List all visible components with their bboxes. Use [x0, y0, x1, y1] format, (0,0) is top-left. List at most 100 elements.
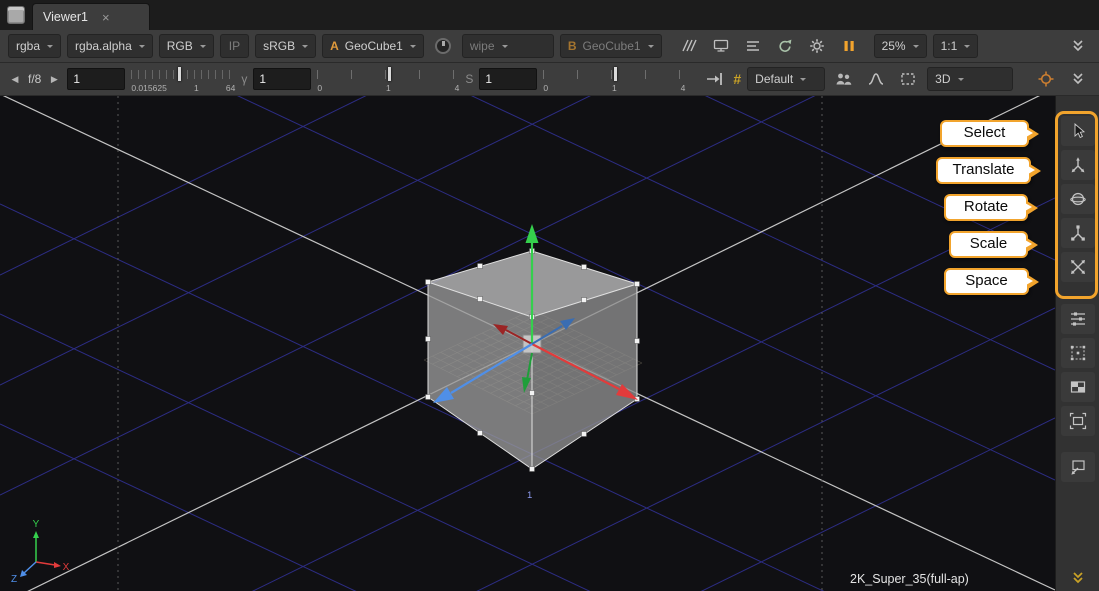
display-mode-value: RGB [167, 39, 193, 53]
nuke-viewer-window: Viewer1 × rgba rgba.alpha RGB IP sRGB A … [0, 0, 1099, 591]
collapse-top-toolbar-button[interactable] [1065, 34, 1091, 58]
roi-button[interactable] [895, 67, 921, 91]
translate-tool-button[interactable] [1061, 150, 1095, 180]
caret-down-icon [410, 45, 416, 51]
proxy-dropdown[interactable]: 1:1 [933, 34, 979, 58]
translate-axes-icon [1068, 155, 1088, 175]
slider-handle[interactable] [388, 67, 391, 81]
callout-select: Select [940, 120, 1029, 147]
zoom-level-dropdown[interactable]: 25% [874, 34, 927, 58]
collapse-side-toolbar-button[interactable] [1056, 569, 1099, 587]
display-mode-dropdown[interactable]: RGB [159, 34, 214, 58]
scale-axes-icon [1068, 223, 1088, 243]
input-a-dropdown[interactable]: A GeoCube1 [322, 34, 424, 58]
refresh-circular-arrow-icon [776, 37, 794, 55]
gain-input[interactable] [67, 68, 125, 90]
colorspace-dropdown[interactable]: sRGB [255, 34, 316, 58]
stereo-views-button[interactable] [831, 67, 857, 91]
slider-handle[interactable] [178, 67, 181, 81]
scale-tool-button[interactable] [1061, 218, 1095, 248]
lut-dropdown[interactable]: Default [747, 67, 825, 91]
ab-blend-knob[interactable] [430, 34, 456, 58]
lattice-grid-button[interactable] [1061, 338, 1095, 368]
monitor-output-button[interactable] [708, 34, 734, 58]
tab-close-icon[interactable]: × [102, 10, 110, 25]
split-compare-button[interactable] [1061, 372, 1095, 402]
fstop-increase-button[interactable]: ▶ [47, 74, 61, 85]
input-process-button[interactable]: IP [220, 34, 249, 58]
format-label: 2K_Super_35(full-ap) [850, 572, 969, 586]
display-controls-button[interactable] [1061, 304, 1095, 334]
settings-button[interactable] [804, 34, 830, 58]
frame-region-button[interactable] [1061, 406, 1095, 436]
tick-label: 64 [226, 84, 235, 93]
collapse-exposure-toolbar-button[interactable] [1065, 67, 1091, 91]
callout-rotate: Rotate [944, 194, 1028, 221]
pane-menu-icon[interactable] [7, 6, 25, 24]
input-b-badge: B [568, 39, 577, 53]
gamma-label: γ [241, 72, 247, 86]
select-tool-button[interactable] [1061, 116, 1095, 146]
saturation-slider[interactable]: 0 1 4 [543, 66, 685, 92]
fstop-label: f/8 [28, 72, 41, 86]
alpha-channel-dropdown[interactable]: rgba.alpha [67, 34, 153, 58]
downstream-effects-button[interactable] [701, 67, 727, 91]
chevron-double-down-icon [1069, 37, 1087, 55]
tab-viewer1[interactable]: Viewer1 × [32, 3, 150, 30]
tab-bar: Viewer1 × [0, 0, 1099, 30]
tick-label: 4 [455, 84, 460, 93]
checker-wipe-button[interactable] [676, 34, 702, 58]
slider-handle[interactable] [614, 67, 617, 81]
saturation-input[interactable] [479, 68, 537, 90]
proxy-value: 1:1 [941, 39, 958, 53]
input-b-dropdown[interactable]: B GeoCube1 [560, 34, 662, 58]
fstop-decrease-button[interactable]: ◀ [8, 74, 22, 85]
gamma-input[interactable] [253, 68, 311, 90]
slider-tick-labels: 0 1 4 [317, 84, 459, 93]
saturation-label: S [465, 72, 473, 86]
box-with-arrow-icon [1068, 457, 1088, 477]
lines-icon [744, 37, 762, 55]
wipe-dropdown[interactable]: wipe [462, 34, 554, 58]
input-a-value: GeoCube1 [345, 39, 403, 53]
slider-tick-labels: 0.015625 1 64 [131, 84, 235, 93]
caret-down-icon [502, 45, 508, 51]
tick-label: 0.015625 [131, 84, 166, 93]
space-tool-button[interactable] [1061, 252, 1095, 282]
pause-button[interactable] [836, 34, 862, 58]
caret-down-icon [958, 78, 964, 84]
lut-value: Default [755, 72, 793, 86]
color-sample-button[interactable] [1033, 67, 1059, 91]
zoom-level-value: 25% [882, 39, 906, 53]
caret-down-icon [913, 45, 919, 51]
tick-label: 4 [681, 84, 686, 93]
tick-label: 1 [386, 84, 391, 93]
crosshair-sampler-icon [1037, 70, 1055, 88]
input-a-badge: A [330, 39, 339, 53]
caret-down-icon [139, 45, 145, 51]
dial-icon [435, 38, 451, 54]
diagonal-stripes-icon [680, 37, 698, 55]
arrow-into-bar-icon [705, 70, 723, 88]
refresh-button[interactable] [772, 34, 798, 58]
tick-label: 1 [612, 84, 617, 93]
axis-x-label: X [63, 562, 70, 573]
tick-label: 0 [317, 84, 322, 93]
gain-slider[interactable]: 0.015625 1 64 [131, 66, 235, 92]
channels-dropdown[interactable]: rgba [8, 34, 61, 58]
view-mode-value: 3D [935, 72, 950, 86]
viewer-3d-viewport[interactable]: 1 Y X Z 2K_Super_35(full-ap) [0, 96, 1055, 591]
caret-down-icon [964, 45, 970, 51]
viewer-side-toolbar [1055, 96, 1099, 591]
view-mode-dropdown[interactable]: 3D [927, 67, 1013, 91]
chevron-double-down-icon [1069, 70, 1087, 88]
histogram-button[interactable] [863, 67, 889, 91]
four-diagonal-arrows-icon [1068, 257, 1088, 277]
viewer-toolbar-exposure: ◀ f/8 ▶ 0.015625 1 64 γ 0 1 4 S [0, 63, 1099, 96]
rotate-tool-button[interactable] [1061, 184, 1095, 214]
grid-toggle-button[interactable]: # [733, 71, 741, 87]
callout-scale: Scale [949, 231, 1028, 258]
overlay-lines-button[interactable] [740, 34, 766, 58]
gamma-slider[interactable]: 0 1 4 [317, 66, 459, 92]
zoom-region-button[interactable] [1061, 452, 1095, 482]
